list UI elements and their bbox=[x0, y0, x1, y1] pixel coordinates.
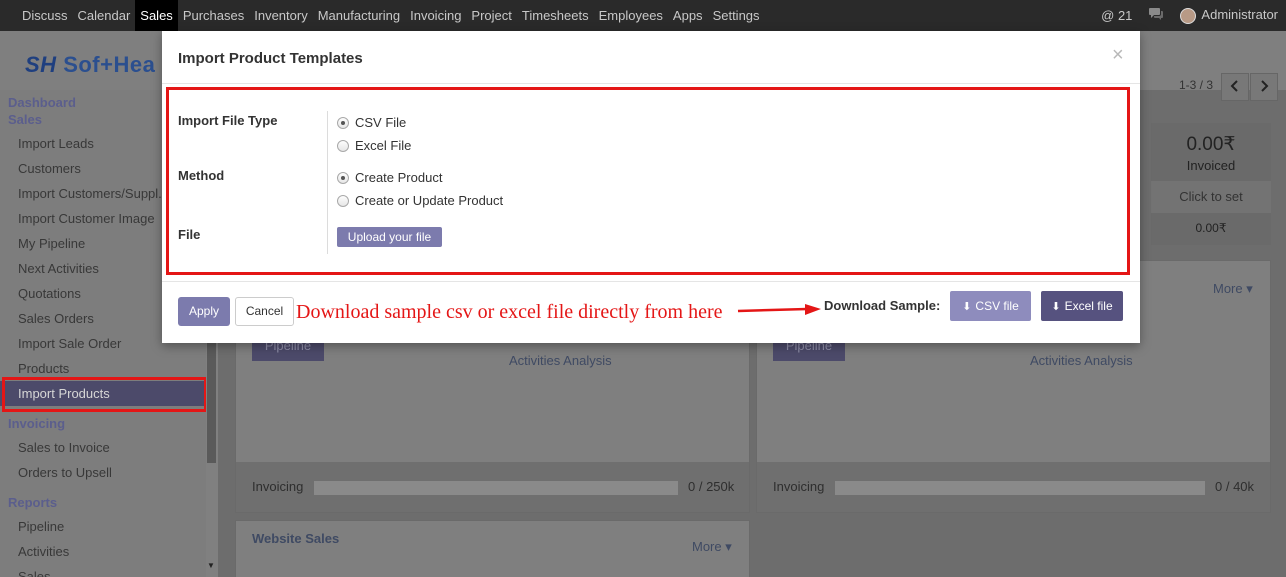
menu-invoicing[interactable]: Invoicing bbox=[405, 0, 466, 31]
excel-file-label: Excel file bbox=[1064, 299, 1113, 313]
avatar bbox=[1180, 7, 1197, 24]
pager-value: 1-3 / 3 bbox=[1179, 78, 1214, 92]
download-sample-label: Download Sample: bbox=[824, 298, 941, 313]
sidebar-item-activities[interactable]: Activities bbox=[0, 539, 204, 564]
upload-file-button[interactable]: Upload your file bbox=[337, 227, 442, 247]
user-menu[interactable]: Administrator bbox=[1180, 7, 1278, 24]
sidebar-section-sales: Sales bbox=[8, 112, 42, 127]
user-name: Administrator bbox=[1201, 7, 1278, 23]
logo-text: Sof+Hea bbox=[63, 52, 156, 77]
sidebar-section-invoicing: Invoicing bbox=[8, 416, 66, 431]
website-sales-title[interactable]: Website Sales bbox=[252, 531, 339, 546]
menu-sales[interactable]: Sales bbox=[135, 0, 178, 31]
invoicing-label: Invoicing bbox=[252, 479, 304, 494]
more-label: More bbox=[692, 539, 722, 554]
header-divider bbox=[162, 83, 1140, 84]
radio-create-or-update-product[interactable]: Create or Update Product bbox=[337, 193, 503, 208]
menu-project[interactable]: Project bbox=[466, 0, 516, 31]
top-navbar: Discuss Calendar Sales Purchases Invento… bbox=[0, 0, 1286, 31]
app-menu: Discuss Calendar Sales Purchases Invento… bbox=[0, 0, 765, 31]
import-dialog: Import Product Templates × Import File T… bbox=[162, 31, 1140, 343]
form-highlight-frame bbox=[166, 87, 1130, 275]
kpi-amount: 0.00₹ bbox=[1186, 134, 1236, 155]
activities-analysis-link[interactable]: Activities Analysis bbox=[509, 353, 612, 368]
csv-file-button[interactable]: ⬇ CSV file bbox=[950, 291, 1031, 321]
radio-label: Create or Update Product bbox=[355, 193, 504, 208]
radio-label: CSV File bbox=[355, 115, 407, 130]
card-invoicing-footer: Invoicing 0 / 250k bbox=[236, 462, 749, 512]
arrow-right-icon bbox=[737, 304, 821, 315]
website-sales-card bbox=[235, 520, 750, 577]
form-separator bbox=[327, 111, 328, 254]
footer-divider bbox=[162, 281, 1140, 282]
sidebar-section-reports: Reports bbox=[8, 495, 58, 510]
company-logo: SH Sof+Hea bbox=[25, 52, 155, 78]
menu-apps[interactable]: Apps bbox=[668, 0, 708, 31]
kpi-label: Invoiced bbox=[1186, 158, 1236, 173]
notification-count: 21 bbox=[1117, 8, 1133, 23]
menu-inventory[interactable]: Inventory bbox=[249, 0, 312, 31]
kpi-small-amount: 0.00₹ bbox=[1195, 221, 1227, 235]
chat-bubble-icon[interactable] bbox=[1148, 7, 1164, 24]
caret-down-icon: ▾ bbox=[1246, 281, 1253, 296]
card-invoicing-footer: Invoicing 0 / 40k bbox=[757, 462, 1270, 512]
scroll-down-icon[interactable]: ▼ bbox=[207, 561, 215, 570]
menu-purchases[interactable]: Purchases bbox=[178, 0, 249, 31]
sidebar-highlight-frame bbox=[2, 377, 207, 412]
radio-label: Create Product bbox=[355, 170, 443, 185]
chevron-right-icon bbox=[1261, 80, 1269, 92]
pager-next-button[interactable] bbox=[1250, 73, 1278, 101]
more-dropdown[interactable]: More ▾ bbox=[1213, 281, 1253, 297]
pager-previous-button[interactable] bbox=[1221, 73, 1249, 101]
menu-manufacturing[interactable]: Manufacturing bbox=[313, 0, 405, 31]
menu-employees[interactable]: Employees bbox=[594, 0, 668, 31]
more-label: More bbox=[1213, 281, 1243, 296]
download-icon: ⬇ bbox=[962, 301, 972, 313]
method-label: Method bbox=[178, 168, 225, 183]
sidebar-item-orders-to-upsell[interactable]: Orders to Upsell bbox=[0, 460, 204, 485]
radio-selected-icon bbox=[337, 116, 349, 129]
activity-notifications[interactable]: @ 21 bbox=[1101, 8, 1132, 23]
csv-file-label: CSV file bbox=[975, 299, 1019, 313]
kpi-click-to-set[interactable]: Click to set bbox=[1151, 181, 1271, 213]
annotation-text: Download sample csv or excel file direct… bbox=[296, 301, 723, 323]
sidebar-section-dashboard[interactable]: Dashboard bbox=[0, 94, 76, 112]
dialog-title: Import Product Templates bbox=[178, 50, 363, 67]
download-icon: ⬇ bbox=[1051, 301, 1061, 313]
file-label: File bbox=[178, 227, 201, 242]
invoicing-label: Invoicing bbox=[773, 479, 825, 494]
caret-down-icon: ▾ bbox=[725, 539, 732, 554]
sidebar-item-sales-to-invoice[interactable]: Sales to Invoice bbox=[0, 435, 204, 460]
radio-csv-file[interactable]: CSV File bbox=[337, 115, 406, 130]
sidebar-item-pipeline[interactable]: Pipeline bbox=[0, 514, 204, 539]
chevron-left-icon bbox=[1230, 80, 1238, 92]
radio-selected-icon bbox=[337, 171, 349, 184]
invoicing-progress-bar bbox=[835, 481, 1205, 495]
activities-analysis-link[interactable]: Activities Analysis bbox=[1030, 353, 1133, 368]
menu-settings[interactable]: Settings bbox=[708, 0, 765, 31]
radio-create-product[interactable]: Create Product bbox=[337, 170, 442, 185]
invoicing-progress-bar bbox=[314, 481, 678, 495]
import-file-type-label: Import File Type bbox=[178, 113, 278, 128]
radio-unselected-icon bbox=[337, 194, 349, 207]
cancel-button[interactable]: Cancel bbox=[235, 297, 294, 326]
logo-mark: SH bbox=[25, 52, 57, 77]
invoiced-kpi: 0.00₹ Invoiced Click to set 0.00₹ bbox=[1151, 123, 1271, 245]
radio-label: Excel File bbox=[355, 138, 412, 153]
close-icon[interactable]: × bbox=[1112, 44, 1124, 67]
more-dropdown[interactable]: More ▾ bbox=[692, 539, 732, 555]
menu-timesheets[interactable]: Timesheets bbox=[517, 0, 594, 31]
radio-excel-file[interactable]: Excel File bbox=[337, 138, 411, 153]
sidebar-item-sales-report[interactable]: Sales bbox=[0, 564, 204, 577]
systray: @ 21 Administrator bbox=[1101, 0, 1286, 31]
menu-discuss[interactable]: Discuss bbox=[17, 0, 73, 31]
menu-calendar[interactable]: Calendar bbox=[73, 0, 136, 31]
radio-unselected-icon bbox=[337, 139, 349, 152]
excel-file-button[interactable]: ⬇ Excel file bbox=[1041, 291, 1123, 321]
apply-button[interactable]: Apply bbox=[178, 297, 230, 326]
invoicing-target-value[interactable]: 0 / 250k bbox=[688, 479, 734, 494]
at-icon: @ bbox=[1101, 8, 1115, 23]
invoicing-target-value[interactable]: 0 / 40k bbox=[1215, 479, 1254, 494]
